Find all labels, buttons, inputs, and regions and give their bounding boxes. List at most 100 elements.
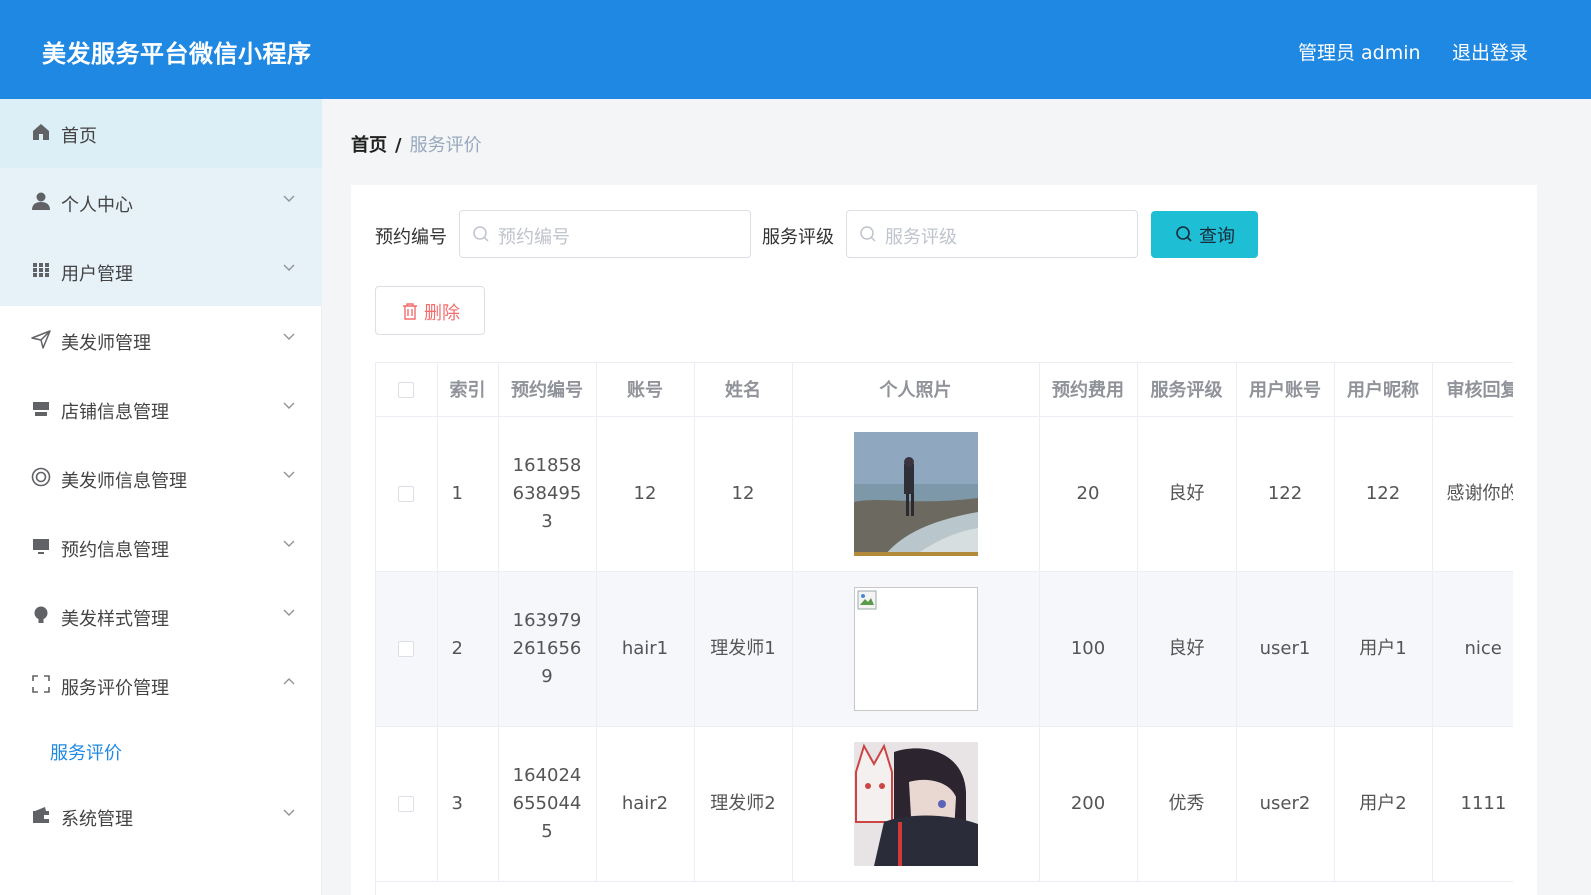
chevron-down-icon <box>283 195 295 202</box>
table-row: 1 1618586384953 12 12 20 良好 122 122 感谢你 <box>376 416 1513 572</box>
chevron-down-icon <box>283 333 295 340</box>
search-icon <box>473 226 489 242</box>
rating-input[interactable]: 服务评级 <box>846 210 1138 258</box>
sidebar-item-label: 首页 <box>61 126 97 147</box>
sidebar-item-booking[interactable]: 预约信息管理 <box>0 513 322 582</box>
header-nickname: 用户昵称 <box>1334 363 1433 417</box>
booking-no-input[interactable]: 预约编号 <box>459 210 751 258</box>
cell-name: 理发师2 <box>694 726 793 882</box>
sidebar-item-label: 店铺信息管理 <box>61 402 169 423</box>
sidebar-item-label: 用户管理 <box>61 264 133 285</box>
cell-account: hair2 <box>596 726 695 882</box>
delete-button[interactable]: 删除 <box>375 286 485 335</box>
cell-name: 理发师1 <box>694 571 793 727</box>
query-button[interactable]: 查询 <box>1151 211 1258 258</box>
cell-rating: 优秀 <box>1137 726 1237 882</box>
photo-broken <box>853 586 978 711</box>
content-panel: 预约编号 预约编号 服务评级 服务评级 查询 删除 索引 预约编号 账号 姓名 <box>351 185 1537 895</box>
cell-index: 2 <box>437 571 499 727</box>
sidebar-item-label: 个人中心 <box>61 195 133 216</box>
table-header-row: 索引 预约编号 账号 姓名 个人照片 预约费用 服务评级 用户账号 用户昵称 审… <box>376 363 1513 417</box>
header-index: 索引 <box>437 363 499 417</box>
header-booking-no: 预约编号 <box>498 363 597 417</box>
search-icon <box>1176 226 1192 242</box>
cell-reply: 1111 <box>1432 726 1513 882</box>
cell-account: hair1 <box>596 571 695 727</box>
sidebar-item-home[interactable]: 首页 <box>0 99 322 168</box>
select-all-cell <box>376 363 438 417</box>
breadcrumb: 首页 / 服务评价 <box>351 131 482 157</box>
cell-name: 12 <box>694 416 793 572</box>
table-row: 2 1639792616569 hair1 理发师1 100 良好 user1 … <box>376 571 1513 727</box>
header-photo: 个人照片 <box>792 363 1040 417</box>
cell-booking-no: 1618586384953 <box>498 416 597 572</box>
header-account: 账号 <box>596 363 695 417</box>
sidebar-item-system[interactable]: 系统管理 <box>0 782 322 851</box>
delete-label: 删除 <box>424 303 460 324</box>
chevron-down-icon <box>283 264 295 271</box>
row-checkbox-cell <box>376 416 438 572</box>
select-all-checkbox[interactable] <box>398 381 415 398</box>
logout-button[interactable]: 退出登录 <box>1452 38 1528 65</box>
sidebar-item-label: 服务评价管理 <box>61 678 169 699</box>
row-checkbox[interactable] <box>398 485 415 502</box>
sidebar-item-stylist-info[interactable]: 美发师信息管理 <box>0 444 322 513</box>
sidebar-item-label: 美发师信息管理 <box>61 471 187 492</box>
user-icon <box>32 192 50 210</box>
cell-rating: 良好 <box>1137 416 1237 572</box>
sidebar-item-store[interactable]: 店铺信息管理 <box>0 375 322 444</box>
cell-account: 12 <box>596 416 695 572</box>
cell-nickname: 122 <box>1334 416 1433 572</box>
admin-label: 管理员 admin <box>1298 42 1421 64</box>
sidebar-item-users[interactable]: 用户管理 <box>0 237 322 306</box>
sidebar-item-profile[interactable]: 个人中心 <box>0 168 322 237</box>
cell-user-account: 122 <box>1236 416 1335 572</box>
app-title: 美发服务平台微信小程序 <box>42 40 312 68</box>
rating-placeholder: 服务评级 <box>885 227 957 248</box>
store-icon <box>33 402 49 416</box>
chevron-down-icon <box>283 609 295 616</box>
cell-reply: nice <box>1432 571 1513 727</box>
table-row: 3 1640246550445 hair2 理发师2 200 优秀 user2 … <box>376 726 1513 882</box>
search-icon <box>860 226 876 242</box>
sidebar-item-label: 美发师管理 <box>61 333 151 354</box>
breadcrumb-separator: / <box>395 135 402 156</box>
cell-fee: 200 <box>1039 726 1138 882</box>
circle-icon <box>31 467 51 487</box>
top-header: 美发服务平台微信小程序 管理员 admin 退出登录 <box>0 0 1591 99</box>
sidebar: 首页 个人中心 用户管理 美发师管理 店铺信息管理 美发师信息管理 预约信息管理… <box>0 99 322 895</box>
row-checkbox-cell <box>376 571 438 727</box>
booking-no-label: 预约编号 <box>375 227 447 248</box>
trash-icon <box>403 303 417 320</box>
frame-icon <box>32 675 50 693</box>
header-name: 姓名 <box>694 363 793 417</box>
cell-photo <box>792 726 1040 882</box>
send-icon <box>31 330 51 349</box>
monitor-icon <box>33 539 49 554</box>
breadcrumb-current: 服务评价 <box>409 135 482 156</box>
cell-booking-no: 1639792616569 <box>498 571 597 727</box>
rating-label: 服务评级 <box>762 227 834 248</box>
grid-icon <box>33 263 49 277</box>
breadcrumb-home[interactable]: 首页 <box>351 135 387 156</box>
broken-image-icon <box>857 590 876 609</box>
chevron-down-icon <box>283 471 295 478</box>
header-rating: 服务评级 <box>1137 363 1237 417</box>
row-checkbox[interactable] <box>398 795 415 812</box>
photo-beach <box>853 431 978 556</box>
cell-rating: 良好 <box>1137 571 1237 727</box>
sidebar-item-label: 系统管理 <box>61 809 133 830</box>
review-table: 索引 预约编号 账号 姓名 个人照片 预约费用 服务评级 用户账号 用户昵称 审… <box>375 362 1513 895</box>
sidebar-subitem-review[interactable]: 服务评价 <box>50 739 122 765</box>
row-checkbox-cell <box>376 726 438 882</box>
cell-photo <box>792 571 1040 727</box>
sidebar-item-review[interactable]: 服务评价管理 <box>0 651 322 720</box>
row-checkbox[interactable] <box>398 640 415 657</box>
sidebar-item-label: 美发样式管理 <box>61 609 169 630</box>
cell-user-account: user2 <box>1236 726 1335 882</box>
bulb-icon <box>34 606 48 623</box>
chevron-up-icon <box>283 678 295 685</box>
cell-fee: 100 <box>1039 571 1138 727</box>
sidebar-item-hairstyle[interactable]: 美发样式管理 <box>0 582 322 651</box>
sidebar-item-stylist[interactable]: 美发师管理 <box>0 306 322 375</box>
